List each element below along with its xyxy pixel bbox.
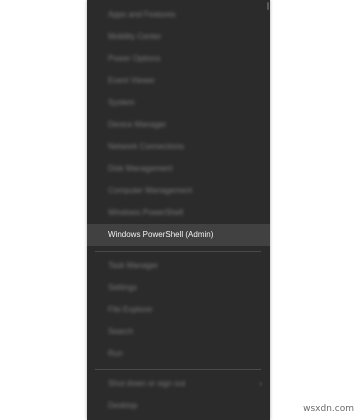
- menu-item-windows-powershell[interactable]: Windows PowerShell: [87, 202, 270, 224]
- menu-item-label: Computer Management: [108, 186, 193, 195]
- menu-item-computer-management[interactable]: Computer Management: [87, 180, 270, 202]
- menu-item-settings[interactable]: Settings: [87, 277, 270, 299]
- menu-item-device-manager[interactable]: Device Manager: [87, 114, 270, 136]
- menu-item-apps-and-features[interactable]: Apps and Features: [87, 4, 270, 26]
- menu-item-system[interactable]: System: [87, 92, 270, 114]
- menu-item-label: System: [108, 98, 135, 107]
- menu-item-label: Desktop: [108, 401, 138, 410]
- menu-item-windows-powershell-admin[interactable]: Windows PowerShell (Admin): [87, 224, 270, 246]
- menu-item-desktop[interactable]: Desktop: [87, 395, 270, 417]
- menu-item-label: Disk Management: [108, 164, 173, 173]
- menu-item-label: Task Manager: [108, 261, 159, 270]
- page: Apps and Features Mobility Center Power …: [0, 0, 360, 420]
- menu-item-event-viewer[interactable]: Event Viewer: [87, 70, 270, 92]
- menu-item-label: File Explorer: [108, 305, 153, 314]
- menu-item-network-connections[interactable]: Network Connections: [87, 136, 270, 158]
- menu-item-label: Power Options: [108, 54, 161, 63]
- menu-item-search[interactable]: Search: [87, 321, 270, 343]
- menu-item-label: Windows PowerShell: [108, 208, 184, 217]
- watermark: wsxdn.com: [303, 404, 354, 414]
- menu-item-label: Windows PowerShell (Admin): [108, 230, 214, 239]
- menu-item-label: Settings: [108, 283, 137, 292]
- chevron-right-icon: ›: [259, 379, 262, 388]
- menu-item-label: Event Viewer: [108, 76, 155, 85]
- menu-separator: [95, 251, 261, 252]
- menu-item-mobility-center[interactable]: Mobility Center: [87, 26, 270, 48]
- menu-item-file-explorer[interactable]: File Explorer: [87, 299, 270, 321]
- power-user-menu: Apps and Features Mobility Center Power …: [87, 0, 270, 420]
- menu-item-label: Mobility Center: [108, 32, 162, 41]
- menu-item-label: Device Manager: [108, 120, 167, 129]
- menu-item-shut-down-or-sign-out[interactable]: Shut down or sign out ›: [87, 373, 270, 395]
- menu-item-disk-management[interactable]: Disk Management: [87, 158, 270, 180]
- menu-item-label: Shut down or sign out: [108, 379, 186, 388]
- menu-item-power-options[interactable]: Power Options: [87, 48, 270, 70]
- menu-separator: [95, 369, 261, 370]
- menu-item-label: Network Connections: [108, 142, 185, 151]
- menu-item-task-manager[interactable]: Task Manager: [87, 255, 270, 277]
- menu-item-run[interactable]: Run: [87, 343, 270, 365]
- menu-item-label: Search: [108, 327, 134, 336]
- menu-item-label: Apps and Features: [108, 10, 176, 19]
- menu-item-label: Run: [108, 349, 123, 358]
